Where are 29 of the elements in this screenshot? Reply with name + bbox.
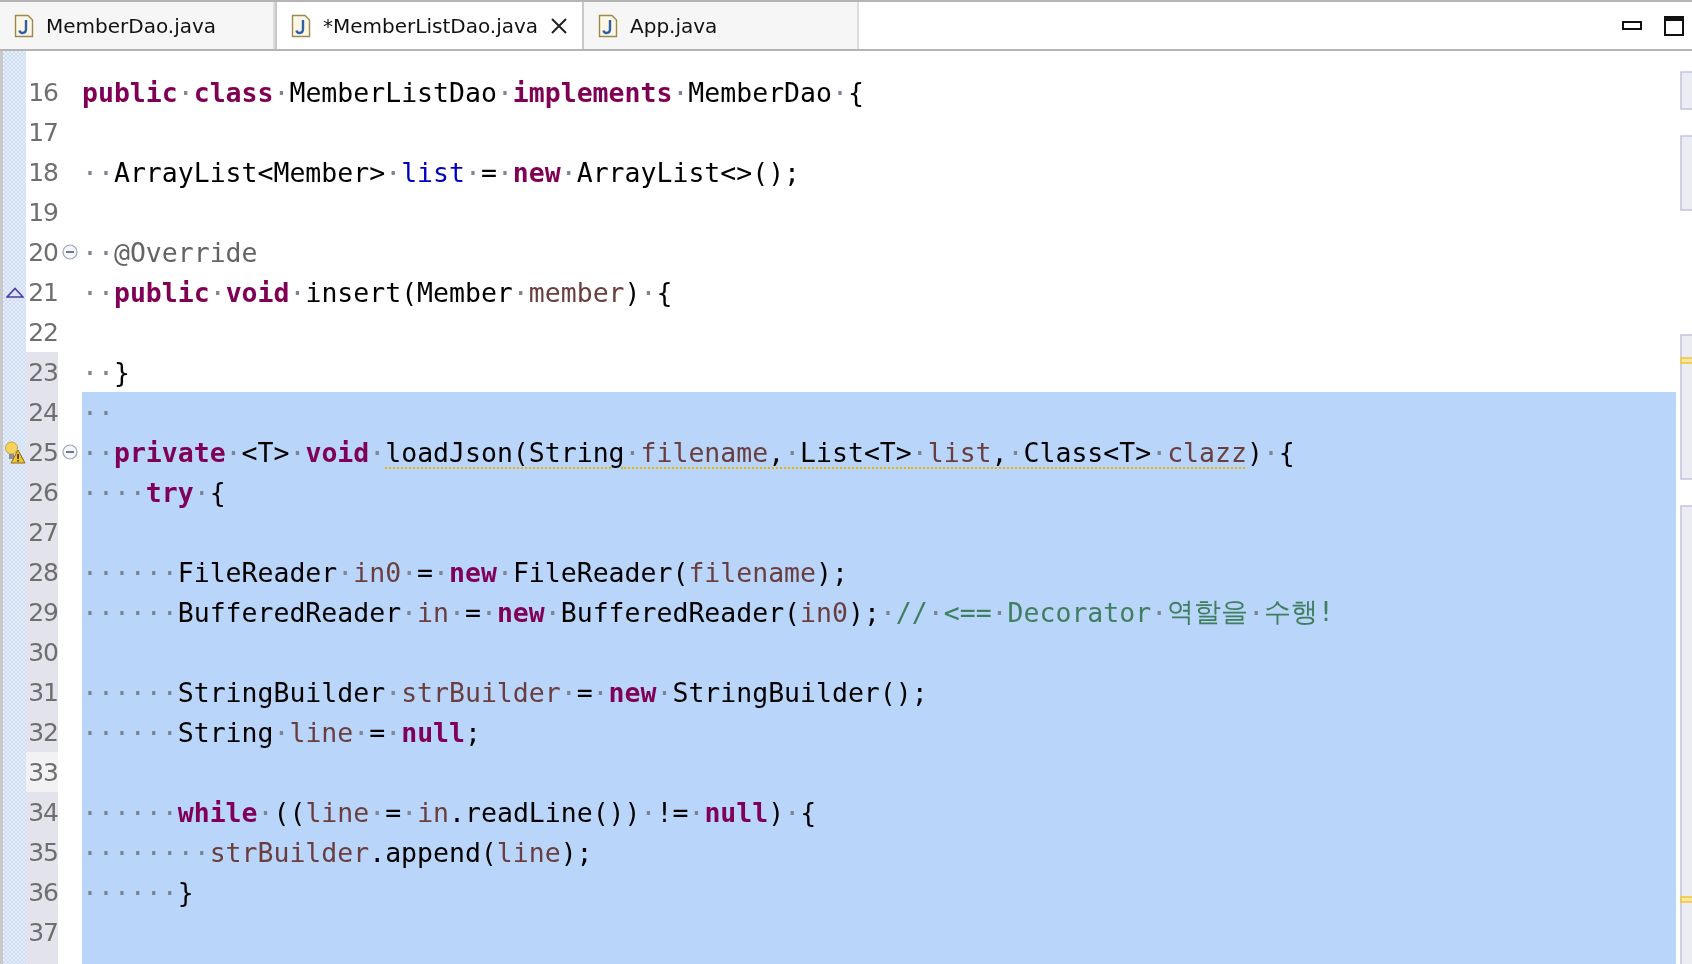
line-number: 25 <box>26 432 58 472</box>
line-number: 33 <box>26 752 58 792</box>
java-file-icon <box>291 13 311 38</box>
lightbulb-warning-icon[interactable] <box>3 440 26 464</box>
line-number: 31 <box>26 672 58 712</box>
maximize-icon[interactable] <box>1664 15 1684 36</box>
collapse-icon[interactable] <box>62 244 78 260</box>
line-number: 34 <box>26 792 58 832</box>
line-number: 26 <box>26 472 58 512</box>
collapse-icon[interactable] <box>62 444 78 460</box>
close-icon[interactable] <box>550 16 569 35</box>
line-number: 30 <box>26 632 58 672</box>
java-file-icon <box>14 13 34 38</box>
gutter-highlight <box>26 952 58 964</box>
line-number: 27 <box>26 512 58 552</box>
java-file-icon <box>598 13 619 38</box>
line-number: 23 <box>26 352 58 392</box>
editor-tab[interactable]: MemberDao.java <box>0 2 275 49</box>
editor-tab[interactable]: *MemberListDao.java <box>275 2 585 49</box>
editor-tab[interactable]: App.java <box>584 2 860 49</box>
minimize-icon[interactable] <box>1622 20 1642 31</box>
line-number: 37 <box>26 912 58 952</box>
line-number: 35 <box>26 832 58 872</box>
triangle-icon <box>5 286 24 298</box>
line-number: 24 <box>26 392 58 432</box>
line-number: 32 <box>26 712 58 752</box>
line-number: 29 <box>26 592 58 632</box>
line-number: 28 <box>26 552 58 592</box>
line-number: 36 <box>26 872 58 912</box>
